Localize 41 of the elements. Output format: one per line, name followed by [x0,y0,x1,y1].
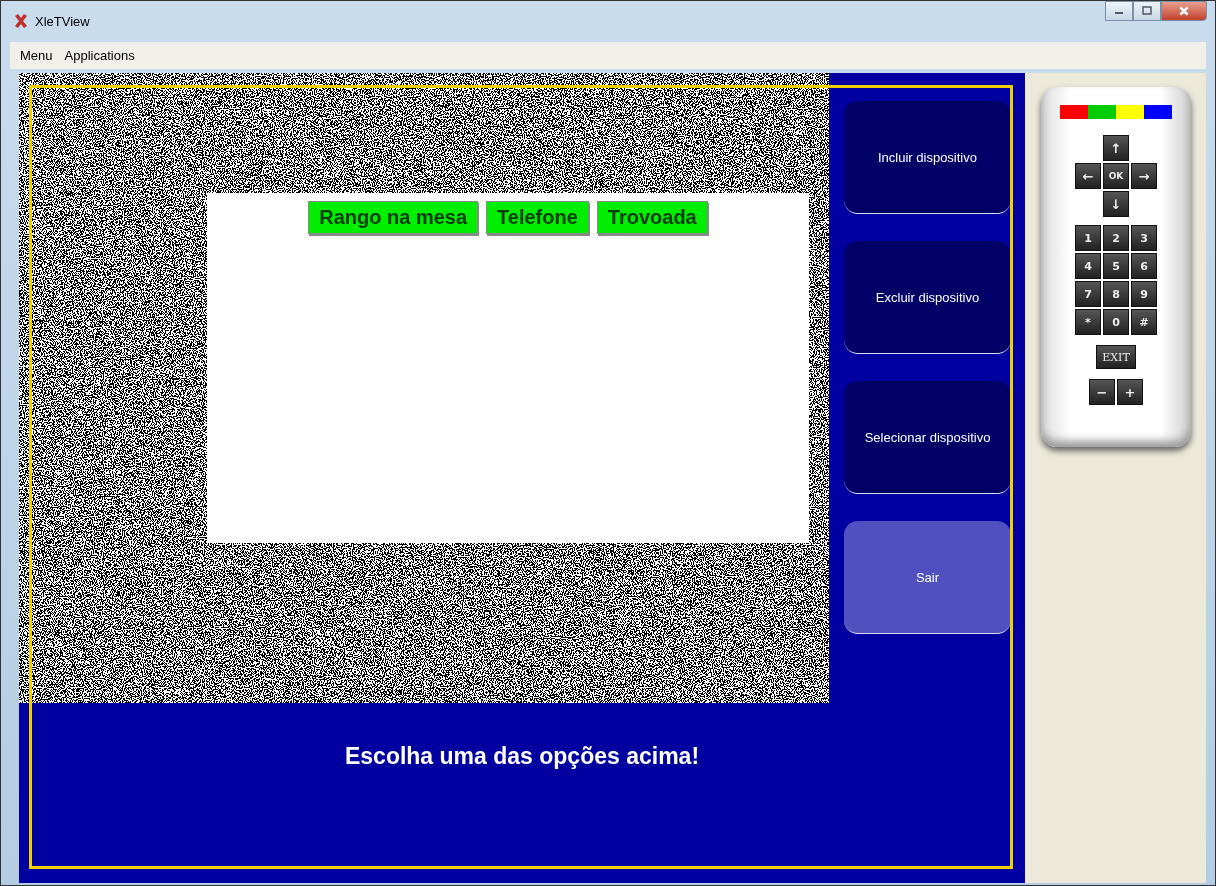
up-key[interactable]: ↑ [1103,135,1129,161]
right-key[interactable]: → [1131,163,1157,189]
number-key[interactable]: 0 [1103,309,1129,335]
number-key[interactable]: 6 [1131,253,1157,279]
menu-item[interactable]: Menu [20,47,53,63]
color-key[interactable] [1116,105,1144,119]
color-key[interactable] [1144,105,1172,119]
minimize-button[interactable] [1105,1,1133,21]
number-key[interactable]: # [1131,309,1157,335]
menu-item[interactable]: Applications [64,47,135,63]
number-key[interactable]: * [1075,309,1101,335]
menu-button[interactable]: Sair [844,521,1011,634]
number-key[interactable]: 2 [1103,225,1129,251]
volume-key[interactable]: − [1089,379,1115,405]
color-key[interactable] [1060,105,1088,119]
instruction-text: Escolha uma das opções acima! [344,743,700,771]
number-key[interactable]: 3 [1131,225,1157,251]
volume-key[interactable]: + [1117,379,1143,405]
menu-button[interactable]: Excluir dispositivo [844,241,1011,354]
menu-button[interactable]: Selecionar dispositivo [844,381,1011,494]
option-button[interactable]: Telefone [486,201,589,234]
close-button[interactable] [1161,1,1207,21]
number-key[interactable]: 7 [1075,281,1101,307]
color-key[interactable] [1088,105,1116,119]
option-button[interactable]: Trovoada [596,201,708,234]
menu-button[interactable]: Incluir dispositivo [844,101,1011,214]
close-icon [1178,5,1190,17]
option-button[interactable]: Rango na mesa [308,201,479,234]
ok-key[interactable]: OK [1103,163,1129,189]
down-key[interactable]: ↓ [1103,191,1129,217]
app-icon [13,13,29,30]
left-key[interactable]: ← [1075,163,1101,189]
number-key[interactable]: 4 [1075,253,1101,279]
number-key[interactable]: 5 [1103,253,1129,279]
number-key[interactable]: 9 [1131,281,1157,307]
number-key[interactable]: 8 [1103,281,1129,307]
maximize-icon [1142,6,1152,16]
maximize-button[interactable] [1133,1,1161,21]
window-title: XleTView [35,13,90,29]
number-key[interactable]: 1 [1075,225,1101,251]
exit-key[interactable]: EXIT [1096,345,1136,369]
